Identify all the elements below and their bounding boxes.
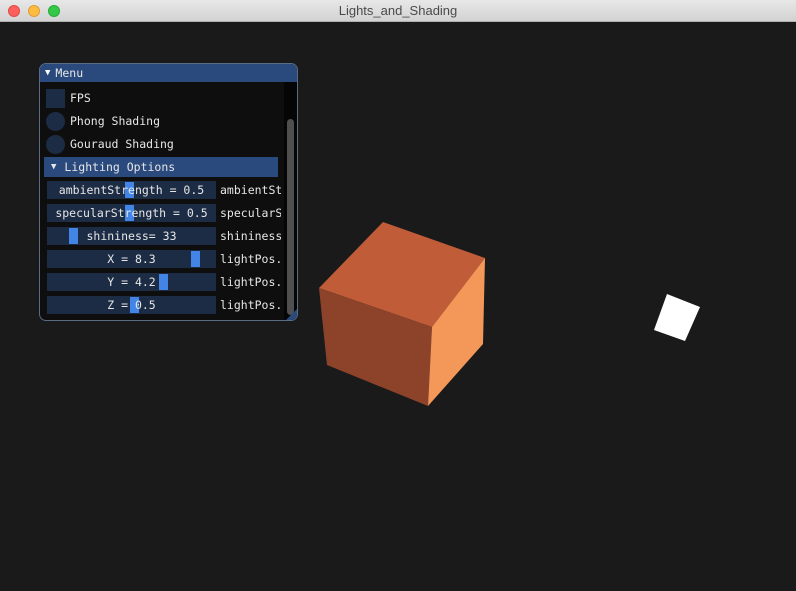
slider-value: Y = 4.2 — [107, 275, 156, 289]
window-titlebar: Lights_and_Shading — [0, 0, 796, 22]
slider-grab[interactable] — [69, 228, 78, 244]
light-pos-z-slider[interactable]: Z = 0.5 — [47, 296, 216, 314]
menu-title: Menu — [55, 66, 84, 80]
menu-scrollbar[interactable] — [284, 82, 297, 320]
collapse-arrow-icon[interactable]: ▼ — [45, 68, 50, 78]
gouraud-radio[interactable] — [46, 134, 65, 154]
slider-value: specularStrength = 0.5 — [55, 206, 208, 220]
phong-row[interactable]: Phong Shading — [46, 111, 160, 131]
specular-strength-slider[interactable]: specularStrength = 0.5 — [47, 204, 216, 222]
shininess-label: shininess — [220, 229, 281, 243]
gouraud-label: Gouraud Shading — [70, 137, 174, 151]
fps-row[interactable]: FPS — [46, 88, 91, 108]
light-pos-y-slider[interactable]: Y = 4.2 — [47, 273, 216, 291]
light-pos-x-label: lightPos. — [220, 252, 281, 266]
slider-grab[interactable] — [191, 251, 200, 267]
menu-title-bar[interactable]: ▼ Menu — [40, 64, 297, 82]
gouraud-row[interactable]: Gouraud Shading — [46, 134, 174, 154]
ambient-strength-label: ambientSt — [220, 183, 281, 197]
scrollbar-grab[interactable] — [287, 119, 294, 315]
fps-label: FPS — [70, 91, 91, 105]
window-title: Lights_and_Shading — [338, 3, 458, 18]
ambient-strength-slider[interactable]: ambientStrength = 0.5 — [47, 181, 216, 199]
slider-value: X = 8.3 — [107, 252, 156, 266]
header-arrow-icon[interactable]: ▼ — [51, 162, 56, 172]
slider-value: shininess= 33 — [86, 229, 177, 243]
light-pos-y-label: lightPos. — [220, 275, 281, 289]
lighting-options-header[interactable]: ▼ Lighting Options — [44, 157, 278, 177]
imgui-menu-window[interactable]: ▼ Menu FPS Phong Shading Gouraud Shading… — [39, 63, 298, 321]
slider-value: Z = 0.5 — [107, 298, 156, 312]
light-source-cube — [654, 294, 700, 341]
fps-checkbox[interactable] — [46, 88, 65, 108]
phong-radio[interactable] — [46, 111, 65, 131]
phong-label: Phong Shading — [70, 114, 161, 128]
shininess-slider[interactable]: shininess= 33 — [47, 227, 216, 245]
light-pos-z-label: lightPos. — [220, 298, 281, 312]
lighting-options-label: Lighting Options — [64, 160, 176, 174]
light-pos-x-slider[interactable]: X = 8.3 — [47, 250, 216, 268]
slider-grab[interactable] — [159, 274, 168, 290]
specular-strength-label: specularS — [220, 206, 281, 220]
resize-grip-icon[interactable] — [286, 309, 297, 320]
slider-value: ambientStrength = 0.5 — [58, 183, 205, 197]
